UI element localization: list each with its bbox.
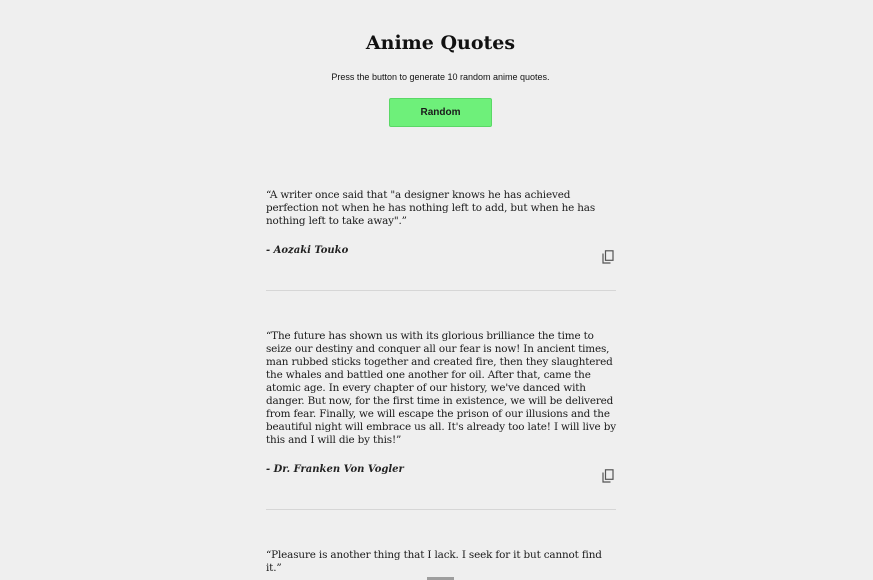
- quote-card: “The future has shown us with its glorio…: [266, 330, 616, 483]
- copy-icon: [602, 250, 614, 264]
- random-button[interactable]: Random: [389, 98, 492, 127]
- quote-card: “A writer once said that "a designer kno…: [266, 189, 616, 264]
- quote-text: “The future has shown us with its glorio…: [266, 330, 616, 446]
- quote-divider: [266, 509, 616, 510]
- quote-author: - Dr. Franken Von Vogler: [266, 464, 404, 475]
- copy-button[interactable]: [602, 469, 614, 483]
- copy-icon: [602, 469, 614, 483]
- page-subtitle: Press the button to generate 10 random a…: [331, 72, 550, 82]
- quote-card: “Pleasure is another thing that I lack. …: [266, 549, 616, 580]
- page-title: Anime Quotes: [365, 32, 516, 54]
- quote-divider: [266, 290, 616, 291]
- copy-button[interactable]: [602, 250, 614, 264]
- quote-author: - Aozaki Touko: [266, 245, 349, 256]
- quote-text: “Pleasure is another thing that I lack. …: [266, 549, 602, 574]
- quote-text: “A writer once said that "a designer kno…: [266, 189, 596, 227]
